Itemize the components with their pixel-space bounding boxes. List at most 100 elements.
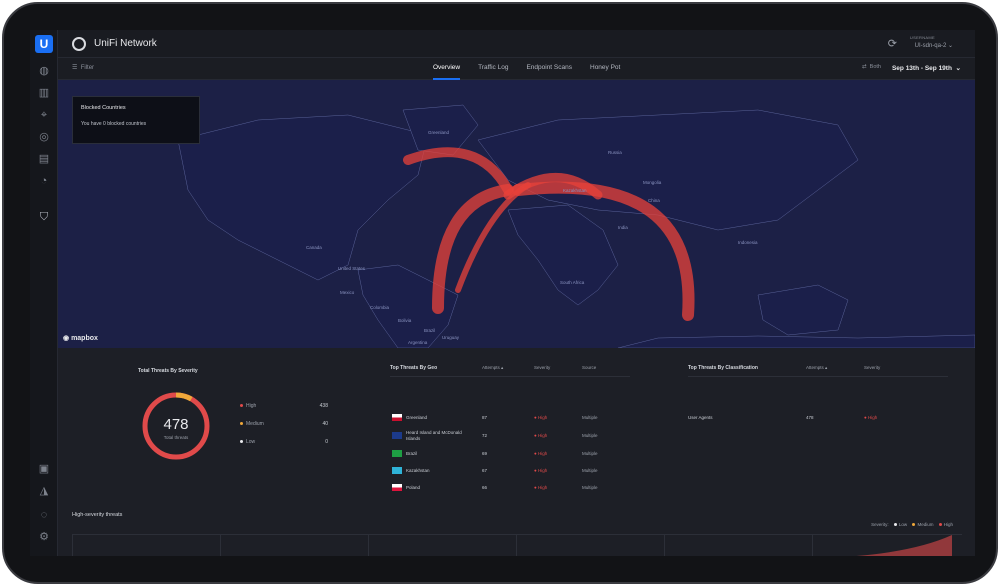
severity-medium-row: Medium 40 (240, 421, 328, 427)
tab-traffic-log[interactable]: Traffic Log (478, 58, 508, 80)
flag-kazakhstan-icon (392, 467, 402, 474)
flag-brazil-icon (392, 450, 402, 457)
map-label-colombia: Colombia (370, 305, 390, 310)
blocked-countries-text: You have 0 blocked countries (81, 121, 147, 127)
map-label-argentina: Argentina (408, 340, 428, 345)
severity-high-label: High (246, 403, 257, 409)
map-icon[interactable]: ⌖ (37, 108, 51, 122)
settings-icon[interactable]: ⚙ (37, 530, 51, 544)
geo-row-source: Multiple (582, 415, 598, 420)
map-label-uruguay: Uruguay (442, 335, 460, 340)
map-label-russia: Russia (608, 150, 622, 155)
class-col-attempts[interactable]: Attempts ▴ (806, 365, 827, 371)
geo-row-attempts: 69 (482, 451, 488, 456)
severity-low-row: Low 0 (240, 439, 328, 445)
flag-poland-icon (392, 484, 402, 491)
severity-panel-title: Total Threats By Severity (138, 368, 198, 374)
date-range-label: Sep 13th - Sep 19th (891, 65, 952, 72)
severity-legend: Severity: Low Medium High (871, 522, 953, 527)
class-row-severity: ● High (864, 415, 878, 420)
geo-row-attempts: 87 (482, 415, 488, 420)
severity-low-label: Low (246, 439, 256, 445)
north-america-landmass (177, 114, 429, 281)
geo-row-source: Multiple (582, 468, 598, 473)
geo-row-source: Multiple (582, 451, 598, 456)
sidebar: U ◍ ▥ ⌖ ◎ ▤ ◔ ⛉ ▣ ◮ ◌ ⚙ (30, 30, 58, 556)
legend-label: Severity: (871, 522, 889, 527)
geo-col-source: Source (582, 365, 597, 370)
blocked-countries-card[interactable]: Blocked Countries You have 0 blocked cou… (72, 96, 200, 144)
australia-landmass (757, 284, 849, 336)
threat-management-icon[interactable]: ⛉ (37, 210, 51, 224)
severity-medium-value: 40 (322, 421, 328, 427)
threat-panels: Total Threats By Severity 478 Total thre… (58, 348, 975, 556)
tab-overview[interactable]: Overview (433, 58, 461, 80)
severity-medium-label: Medium (246, 421, 264, 427)
mapbox-label: mapbox (71, 335, 98, 342)
geo-panel-title: Top Threats By Geo (390, 365, 438, 371)
sub-bar: ☰ Filter Overview Traffic Log Endpoint S… (58, 58, 975, 80)
total-threats-label: Total threats (163, 435, 189, 440)
high-severity-area (856, 535, 952, 556)
events-icon[interactable]: ▣ (37, 462, 51, 476)
tab-endpoint-scans[interactable]: Endpoint Scans (526, 58, 572, 80)
unifi-logo[interactable]: U (35, 35, 53, 53)
map-label-brazil: Brazil (424, 328, 436, 333)
geo-row-attempts: 67 (482, 468, 488, 473)
map-label-south-africa: South Africa (560, 280, 585, 285)
refresh-icon[interactable]: ⟳ (888, 37, 897, 50)
network-app-icon (72, 37, 86, 51)
app-title: UniFi Network (94, 38, 157, 49)
geo-col-severity: Severity (534, 365, 551, 370)
map-label-kazakhstan: Kazakhstan (563, 188, 587, 193)
devices-icon[interactable]: ◎ (37, 130, 51, 144)
high-severity-chart (72, 534, 962, 556)
geo-row-source: Multiple (582, 433, 598, 438)
geo-row-severity: ● High (534, 433, 548, 438)
alerts-icon[interactable]: ◮ (37, 484, 51, 498)
geo-row-country: Poland (406, 485, 421, 490)
tab-honey-pot[interactable]: Honey Pot (590, 58, 620, 80)
geo-row-severity: ● High (534, 415, 548, 420)
severity-high-row: High 438 (240, 403, 328, 409)
mapbox-attribution[interactable]: ◉ mapbox (63, 334, 98, 342)
filter-label: Filter (80, 65, 95, 71)
flag-heard-island-icon (392, 432, 402, 439)
dashboard-icon[interactable]: ◍ (37, 64, 51, 78)
blocked-countries-title: Blocked Countries (81, 105, 126, 111)
map-label-india: India (618, 225, 628, 230)
date-range-picker[interactable]: Sep 13th - Sep 19th ⌄ (892, 64, 961, 72)
high-severity-title: High-severity threats (72, 512, 123, 518)
map-label-indonesia: Indonesia (738, 240, 758, 245)
map-label-china: China (648, 198, 660, 203)
top-bar: UniFi Network ⟳ USERNAME UI-sdn-qa-2 ⌄ (58, 30, 975, 58)
chat-icon[interactable]: ◌ (37, 508, 51, 522)
threat-map[interactable]: Canada United States Mexico Colombia Bra… (58, 80, 975, 348)
tabs: Overview Traffic Log Endpoint Scans Hone… (433, 58, 620, 80)
map-label-canada: Canada (306, 245, 322, 250)
user-label: USERNAME (909, 35, 935, 40)
geo-row-source: Multiple (582, 485, 598, 490)
class-row-name: User Agents (688, 415, 713, 420)
geo-row-attempts: 72 (482, 433, 488, 438)
antarctica-landmass (617, 334, 975, 348)
geo-col-attempts[interactable]: Attempts ▴ (482, 365, 503, 371)
flag-greenland-icon (392, 414, 402, 421)
geo-row-country: Kazakhstan (406, 468, 430, 473)
geo-row-country: Heard Island and McDonald Islands (406, 430, 462, 441)
geo-row-country: Greenland (406, 415, 428, 420)
geo-row-country: Brazil (406, 451, 418, 456)
africa-landmass (507, 204, 619, 306)
geo-header-divider (390, 376, 630, 377)
statistics-icon[interactable]: ▥ (37, 86, 51, 100)
clients-icon[interactable]: ▤ (37, 152, 51, 166)
direction-toggle[interactable]: ⇄ Both (862, 64, 881, 70)
severity-low-value: 0 (325, 439, 328, 445)
legend-low: Low (898, 522, 908, 527)
map-label-mexico: Mexico (340, 290, 355, 295)
total-threats-value: 478 (163, 416, 189, 433)
map-label-bolivia: Bolivia (398, 318, 412, 323)
insights-icon[interactable]: ◔ (37, 174, 51, 188)
user-menu[interactable]: UI-sdn-qa-2 ⌄ (915, 42, 953, 49)
filter-button[interactable]: ☰ Filter (72, 64, 94, 71)
